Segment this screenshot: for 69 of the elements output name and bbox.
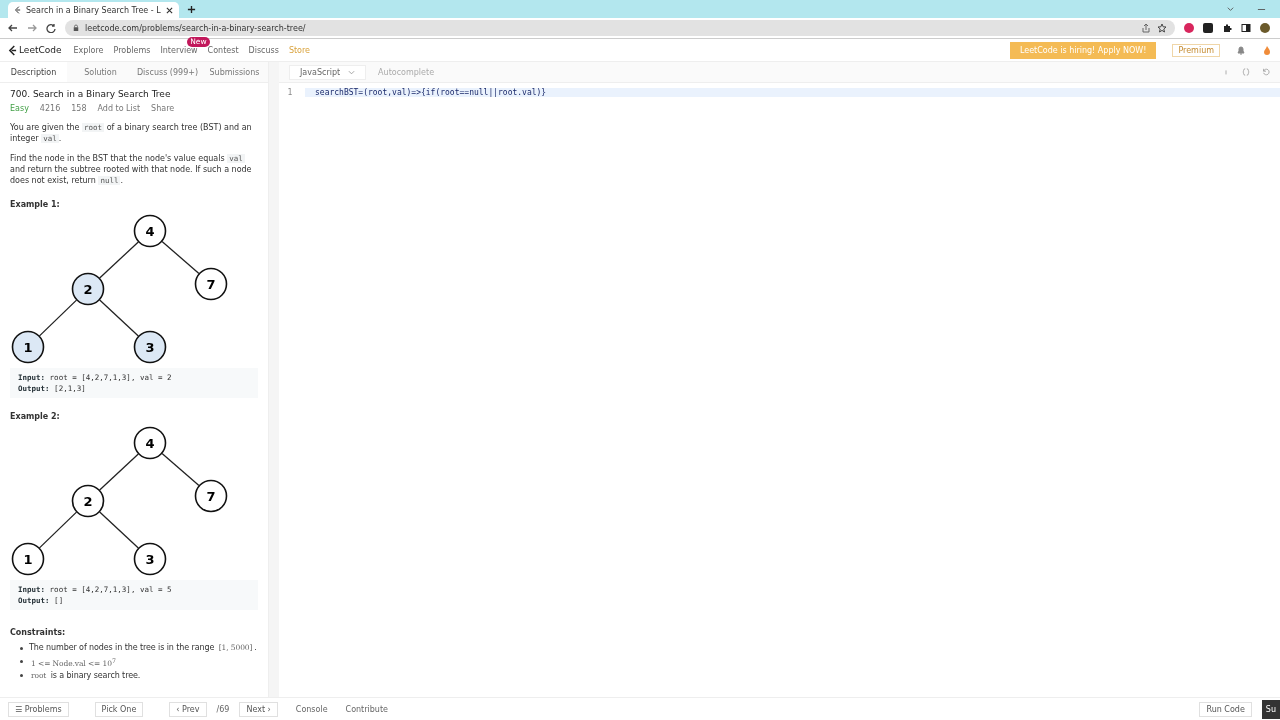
tree-node: 1 <box>11 542 45 576</box>
sidebar-icon[interactable] <box>1241 23 1251 33</box>
browser-tab[interactable]: Search in a Binary Search Tree - L <box>8 2 179 18</box>
panel-tab[interactable]: Discuss (999+) <box>134 62 201 82</box>
puzzle-icon[interactable] <box>1222 23 1232 33</box>
language-dropdown[interactable]: JavaScript <box>289 64 367 80</box>
bullet-icon <box>20 660 23 664</box>
tree-edge <box>99 241 139 279</box>
problem-title: 700. Search in a Binary Search Tree <box>10 89 172 99</box>
next-button[interactable]: Next › <box>239 701 278 717</box>
nav-link[interactable]: Contest <box>207 45 239 55</box>
share-link[interactable]: Share <box>151 104 175 113</box>
tree-edge <box>99 453 139 491</box>
dislike-button[interactable]: 158 <box>71 104 87 113</box>
console-link[interactable]: Console <box>295 704 328 714</box>
example-heading: Example 2: <box>10 412 61 421</box>
submit-button[interactable]: Su <box>1261 699 1280 719</box>
nav-link[interactable]: Discuss <box>248 45 279 55</box>
prev-button[interactable]: ‹ Prev <box>169 701 207 717</box>
like-button[interactable]: 4216 <box>39 104 61 113</box>
tree-edge <box>99 511 139 549</box>
nav-link[interactable]: Interview <box>160 45 198 55</box>
tree-edge <box>38 299 78 337</box>
forward-icon[interactable] <box>27 23 37 33</box>
avatar-icon[interactable] <box>1260 23 1270 33</box>
tree-node: 3 <box>133 330 167 364</box>
panel-tab[interactable]: Solution <box>67 62 134 82</box>
new-tab-icon[interactable] <box>186 5 196 14</box>
line-number: 1 <box>286 88 294 97</box>
tree-node: 4 <box>133 426 167 460</box>
leetcode-logo-icon <box>14 6 21 14</box>
address-bar[interactable]: leetcode.com/problems/search-in-a-binary-search-tree/ <box>65 20 1175 36</box>
bell-icon[interactable] <box>1236 45 1246 55</box>
chevron-down-icon[interactable] <box>1226 5 1235 14</box>
tree-node: 2 <box>71 272 105 306</box>
panel-tab[interactable]: Submissions <box>201 62 268 82</box>
panel-tab[interactable]: Description <box>0 62 67 82</box>
bullet-icon <box>20 646 23 650</box>
share-icon[interactable] <box>1141 23 1151 33</box>
star-icon[interactable] <box>1157 23 1167 33</box>
constraints-heading: Constraints: <box>10 628 67 637</box>
bullet-icon <box>20 674 23 677</box>
tree-node: 1 <box>11 330 45 364</box>
page-counter: /69 <box>216 704 230 714</box>
tree-edge <box>161 452 200 487</box>
tree-node: 2 <box>71 484 105 518</box>
nav-link[interactable]: Problems <box>113 45 151 55</box>
contribute-link[interactable]: Contribute <box>345 704 388 714</box>
close-icon[interactable] <box>165 6 173 14</box>
run-code-button[interactable]: Run Code <box>1199 701 1252 717</box>
tree-edge <box>161 240 200 275</box>
reload-icon[interactable] <box>46 23 56 33</box>
caret-icon <box>348 69 356 75</box>
pick-one-button[interactable]: Pick One <box>94 701 144 717</box>
tree-edge <box>38 511 78 549</box>
problems-button[interactable]: ☰ Problems <box>8 701 69 717</box>
flame-icon[interactable] <box>1262 45 1272 55</box>
example-heading: Example 1: <box>10 200 61 209</box>
tree-node: 7 <box>194 267 228 301</box>
nav-link[interactable]: Explore <box>73 45 104 55</box>
tree-node: 4 <box>133 214 167 248</box>
tree-node: 7 <box>194 479 228 513</box>
lock-icon <box>73 24 79 32</box>
add-to-list-link[interactable]: Add to List <box>97 104 141 113</box>
tree-edge <box>99 299 139 337</box>
difficulty-label: Easy <box>10 104 29 113</box>
back-icon[interactable] <box>8 23 18 33</box>
tree-node: 3 <box>133 542 167 576</box>
leetcode-logo[interactable]: LeetCode <box>8 44 62 56</box>
